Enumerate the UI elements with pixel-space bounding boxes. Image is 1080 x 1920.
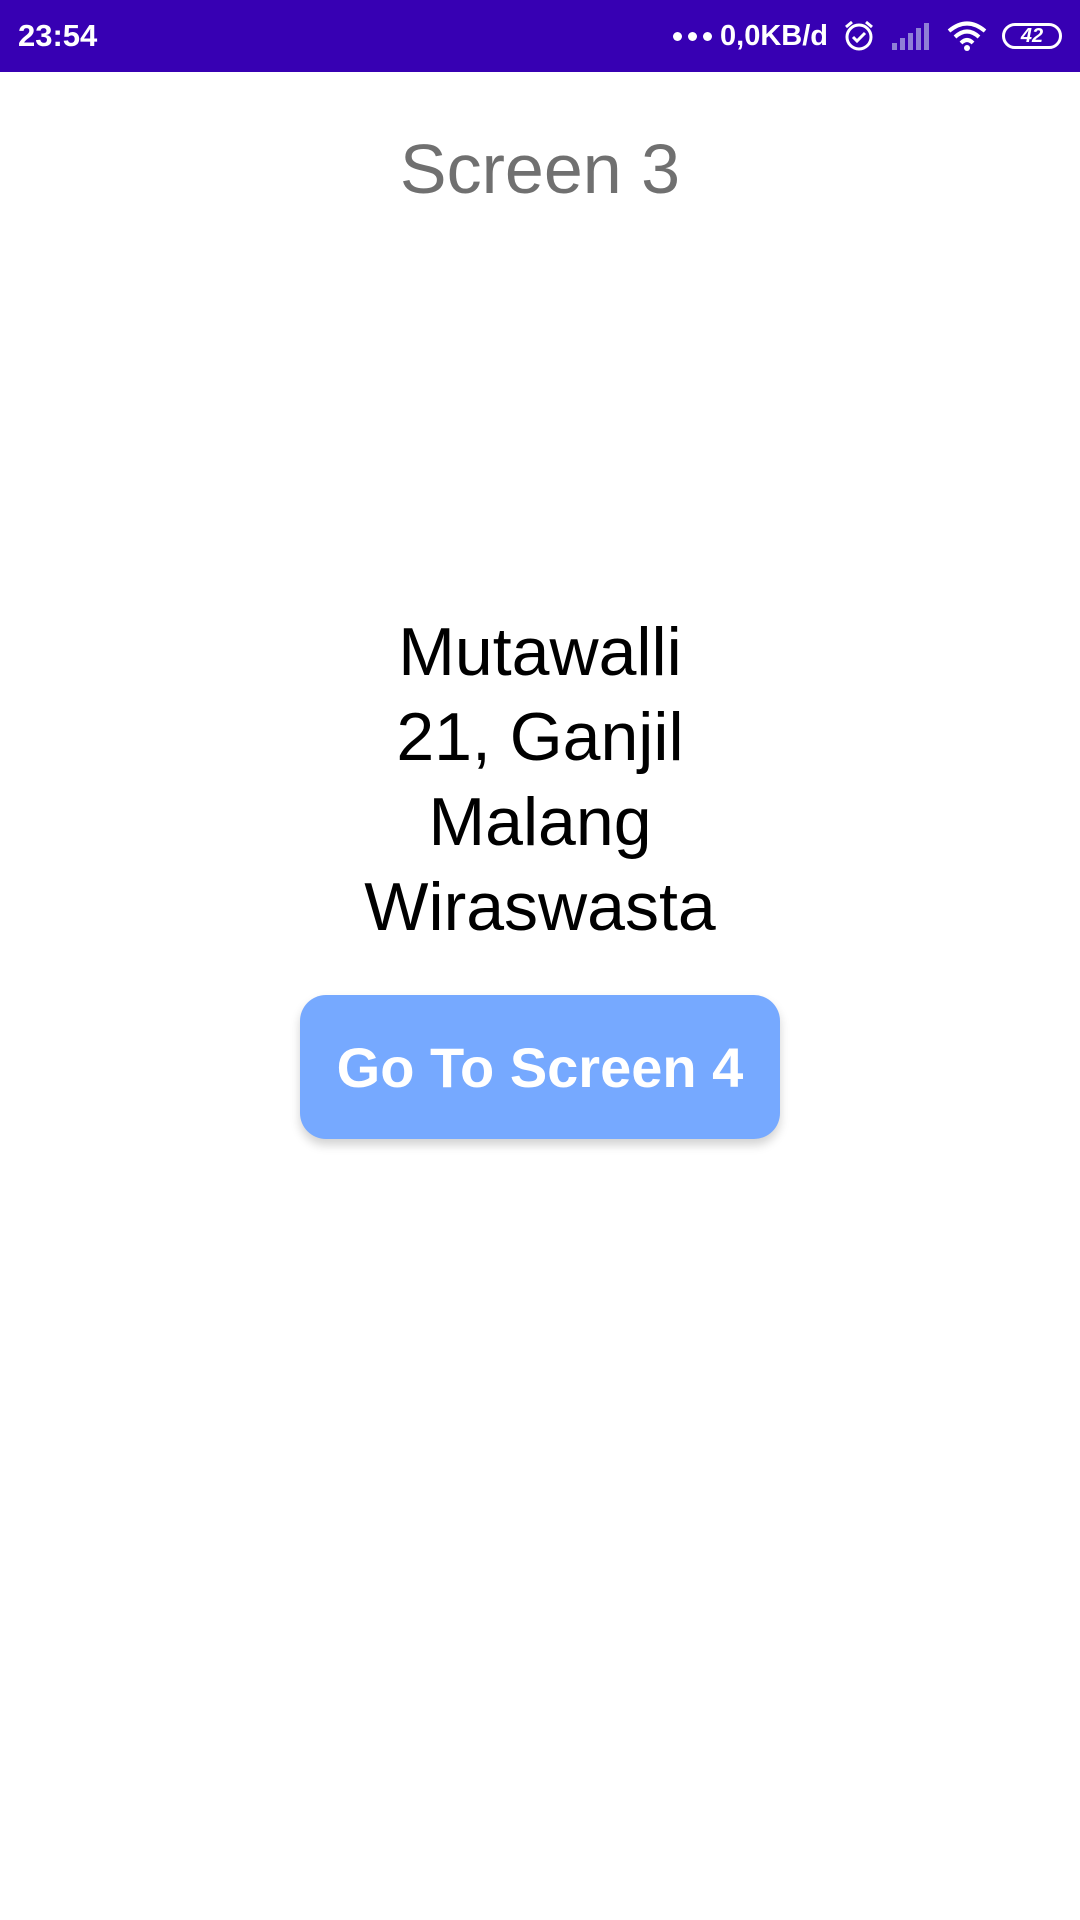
status-time: 23:54 (18, 18, 98, 53)
go-to-screen-4-button[interactable]: Go To Screen 4 (300, 995, 780, 1139)
network-speed: 0,0KB/d (720, 19, 828, 52)
status-icons: 0,0KB/d 42 (673, 19, 1062, 53)
status-bar: 23:54 0,0KB/d 42 (0, 0, 1080, 72)
page-title: Screen 3 (399, 130, 681, 208)
battery-icon: 42 (1002, 23, 1062, 49)
signal-icon (890, 21, 932, 51)
alarm-icon (842, 19, 876, 53)
info-block: Mutawalli 21, Ganjil Malang Wiraswasta (0, 610, 1080, 950)
age-class-text: 21, Ganjil (396, 699, 684, 775)
name-text: Mutawalli (398, 614, 682, 690)
battery-level: 42 (1020, 24, 1044, 47)
job-text: Wiraswasta (364, 869, 716, 945)
city-text: Malang (428, 784, 652, 860)
wifi-icon (946, 20, 988, 52)
more-dots-icon (673, 31, 713, 41)
